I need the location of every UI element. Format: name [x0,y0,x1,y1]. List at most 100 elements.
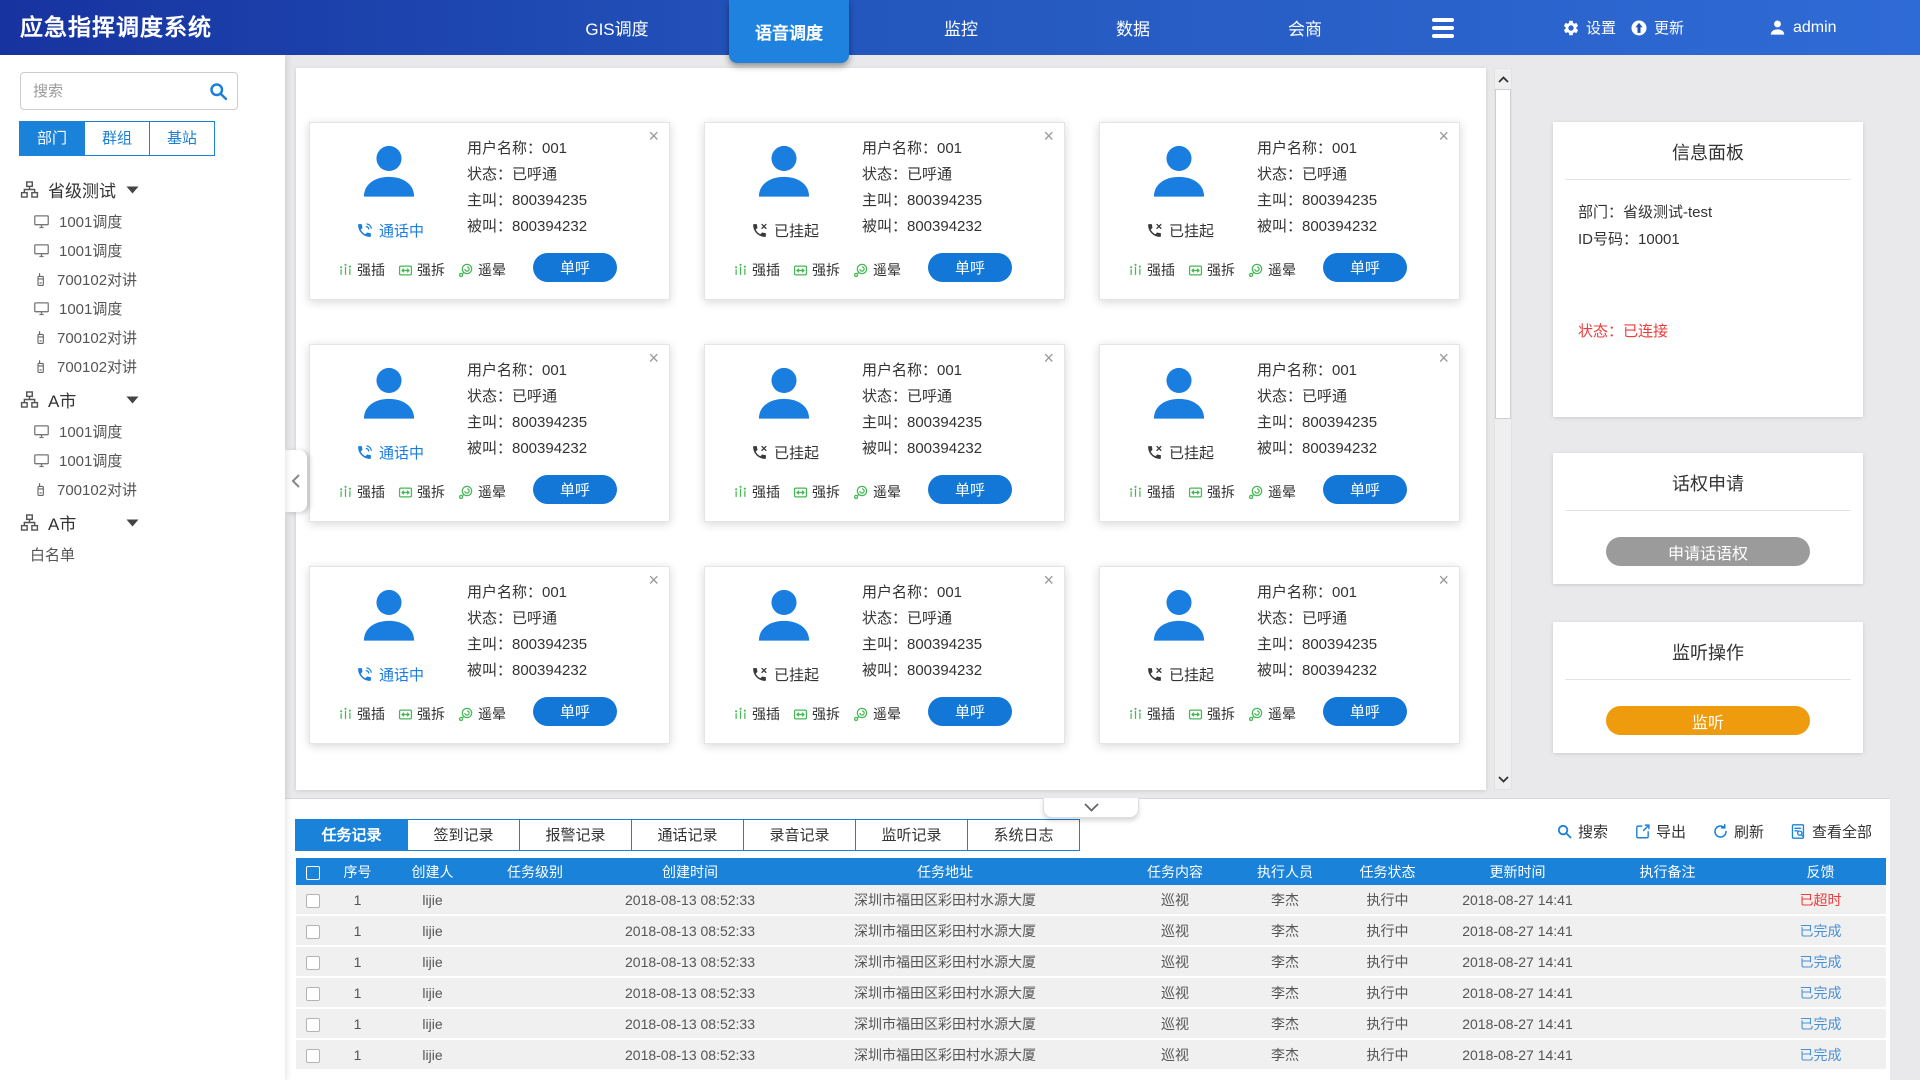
caret-down-icon[interactable] [126,396,139,404]
update-button[interactable]: 更新 [1630,0,1684,55]
remote-stun-button[interactable]: 遥晕 [1248,704,1296,724]
force-insert-button[interactable]: 强插 [733,482,780,502]
cards-scrollbar[interactable] [1494,68,1512,790]
sidebar-tab[interactable]: 基站 [149,121,215,156]
force-split-button[interactable]: 强拆 [1188,704,1235,724]
table-row[interactable]: 1 lijie 2018-08-13 08:52:33 深圳市福田区彩田村水源大… [296,947,1886,978]
remote-stun-button[interactable]: 遥晕 [853,482,901,502]
tree-item[interactable]: 1001调度 [0,294,285,323]
force-split-button[interactable]: 强拆 [398,482,445,502]
close-icon[interactable]: × [1438,349,1449,367]
scrollbar-thumb[interactable] [1495,89,1511,419]
close-icon[interactable]: × [1043,349,1054,367]
record-tab[interactable]: 录音记录 [743,819,856,851]
caret-down-icon[interactable] [126,186,139,194]
single-call-button[interactable]: 单呼 [1323,475,1407,504]
row-checkbox[interactable] [306,1018,320,1032]
close-icon[interactable]: × [1438,127,1449,145]
row-checkbox[interactable] [306,925,320,939]
force-split-button[interactable]: 强拆 [793,482,840,502]
tree-group-row[interactable]: 省级测试 [0,171,285,207]
nav-item[interactable]: 会商 [1219,0,1391,55]
force-insert-button[interactable]: 强插 [1128,482,1175,502]
tree-item[interactable]: 700102对讲 [0,265,285,294]
view-all-button[interactable]: 查看全部 [1790,821,1872,842]
tree-item[interactable]: 1001调度 [0,446,285,475]
search-input[interactable] [31,74,205,108]
record-tab[interactable]: 签到记录 [407,819,520,851]
remote-stun-button[interactable]: 遥晕 [458,482,506,502]
tree-group-row[interactable]: A市 [0,381,285,417]
nav-item[interactable]: 监控 [875,0,1047,55]
tree-group-row[interactable]: A市 [0,504,285,540]
select-all-checkbox[interactable] [306,866,320,880]
table-row[interactable]: 1 lijie 2018-08-13 08:52:33 深圳市福田区彩田村水源大… [296,916,1886,947]
tree-item[interactable]: 700102对讲 [0,475,285,504]
row-checkbox[interactable] [306,987,320,1001]
force-insert-button[interactable]: 强插 [733,704,780,724]
close-icon[interactable]: × [1043,571,1054,589]
tree-item[interactable]: 1001调度 [0,236,285,265]
force-split-button[interactable]: 强拆 [398,260,445,280]
nav-item[interactable]: 数据 [1047,0,1219,55]
row-checkbox[interactable] [306,894,320,908]
force-split-button[interactable]: 强拆 [1188,260,1235,280]
settings-button[interactable]: 设置 [1562,0,1616,55]
single-call-button[interactable]: 单呼 [533,475,617,504]
tree-item[interactable]: 1001调度 [0,417,285,446]
force-insert-button[interactable]: 强插 [338,482,385,502]
refresh-button[interactable]: 刷新 [1712,821,1764,842]
request-floor-button[interactable]: 申请话语权 [1606,537,1810,566]
remote-stun-button[interactable]: 遥晕 [853,704,901,724]
user-menu[interactable]: admin [1768,0,1837,55]
sidebar-collapse-handle[interactable] [285,450,307,512]
caret-down-icon[interactable] [126,519,139,527]
single-call-button[interactable]: 单呼 [928,253,1012,282]
scroll-down-icon[interactable] [1495,771,1511,787]
remote-stun-button[interactable]: 遥晕 [1248,260,1296,280]
force-insert-button[interactable]: 强插 [733,260,780,280]
table-row[interactable]: 1 lijie 2018-08-13 08:52:33 深圳市福田区彩田村水源大… [296,1009,1886,1040]
table-row[interactable]: 1 lijie 2018-08-13 08:52:33 深圳市福田区彩田村水源大… [296,885,1886,916]
force-split-button[interactable]: 强拆 [1188,482,1235,502]
record-tab[interactable]: 通话记录 [631,819,744,851]
tree-item[interactable]: 白名单 [0,540,285,569]
tree-item[interactable]: 1001调度 [0,207,285,236]
close-icon[interactable]: × [1043,127,1054,145]
single-call-button[interactable]: 单呼 [928,475,1012,504]
scroll-up-icon[interactable] [1495,71,1511,87]
table-search-button[interactable]: 搜索 [1556,821,1608,842]
tree-item[interactable]: 700102对讲 [0,352,285,381]
nav-item[interactable]: GIS调度 [531,0,703,55]
row-checkbox[interactable] [306,956,320,970]
table-row[interactable]: 1 lijie 2018-08-13 08:52:33 深圳市福田区彩田村水源大… [296,1040,1886,1071]
row-checkbox[interactable] [306,1049,320,1063]
single-call-button[interactable]: 单呼 [928,697,1012,726]
record-tab[interactable]: 监听记录 [855,819,968,851]
tree-item[interactable]: 700102对讲 [0,323,285,352]
close-icon[interactable]: × [1438,571,1449,589]
record-tab[interactable]: 任务记录 [295,819,408,851]
record-tab[interactable]: 系统日志 [967,819,1080,851]
force-insert-button[interactable]: 强插 [338,260,385,280]
close-icon[interactable]: × [648,349,659,367]
bottom-collapse-handle[interactable] [1043,798,1139,818]
close-icon[interactable]: × [648,571,659,589]
single-call-button[interactable]: 单呼 [533,697,617,726]
single-call-button[interactable]: 单呼 [1323,253,1407,282]
monitor-button[interactable]: 监听 [1606,706,1810,735]
force-insert-button[interactable]: 强插 [1128,260,1175,280]
remote-stun-button[interactable]: 遥晕 [458,260,506,280]
force-insert-button[interactable]: 强插 [338,704,385,724]
remote-stun-button[interactable]: 遥晕 [1248,482,1296,502]
force-split-button[interactable]: 强拆 [398,704,445,724]
force-split-button[interactable]: 强拆 [793,704,840,724]
close-icon[interactable]: × [648,127,659,145]
remote-stun-button[interactable]: 遥晕 [853,260,901,280]
export-button[interactable]: 导出 [1634,821,1686,842]
single-call-button[interactable]: 单呼 [533,253,617,282]
record-tab[interactable]: 报警记录 [519,819,632,851]
nav-item[interactable]: 语音调度 [729,0,849,63]
sidebar-tab[interactable]: 部门 [19,121,85,156]
force-insert-button[interactable]: 强插 [1128,704,1175,724]
